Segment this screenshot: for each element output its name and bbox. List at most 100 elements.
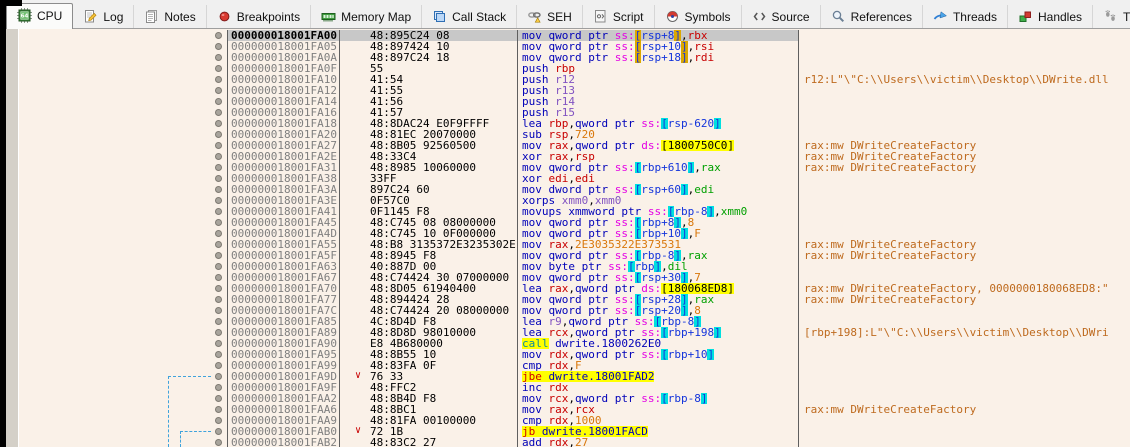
bytes-cell[interactable]: 48:83FA 0F [340,360,518,371]
breakpoint-dot[interactable] [215,263,222,270]
comment-cell[interactable] [799,173,1130,184]
instruction-cell[interactable]: push r12 [518,74,799,85]
comment-cell[interactable] [799,195,1130,206]
instruction-cell[interactable]: lea r9,qword ptr ss:[rbp-8] [518,316,799,327]
comment-cell[interactable] [799,30,1130,41]
instruction-cell[interactable]: push r14 [518,96,799,107]
comment-cell[interactable] [799,184,1130,195]
instruction-cell[interactable]: xor rax,rsp [518,151,799,162]
comment-cell[interactable] [799,129,1130,140]
bytes-cell[interactable]: 897C24 60 [340,184,518,195]
comment-cell[interactable]: rax:mw_DWriteCreateFactory, 000000018006… [799,283,1130,294]
disasm-row[interactable]: 000000018001FA85 4C:8D4D F8 lea r9,qword p… [19,316,1130,327]
breakpoint-dot[interactable] [215,439,222,446]
comment-cell[interactable] [799,382,1130,393]
instruction-cell[interactable]: push rbp [518,63,799,74]
disasm-row[interactable]: 000000018001FA95 48:8B55 10 mov rdx,qword … [19,349,1130,360]
bytes-cell[interactable]: 48:8BC1 [340,404,518,415]
disasm-row[interactable]: 000000018001FA0A 48:897C24 18 mov qword pt… [19,52,1130,63]
breakpoint-dot[interactable] [215,153,222,160]
bytes-cell[interactable]: 48:FFC2 [340,382,518,393]
address-cell[interactable]: 000000018001FA89 [228,327,340,338]
breakpoint-dot[interactable] [215,384,222,391]
instruction-cell[interactable]: mov rax,2E3035322E373531 [518,239,799,250]
address-cell[interactable]: 000000018001FA9D [228,371,340,382]
instruction-cell[interactable]: xor edi,edi [518,173,799,184]
comment-cell[interactable] [799,206,1130,217]
instruction-cell[interactable]: mov rcx,qword ptr ss:[rbp-8] [518,393,799,404]
bytes-cell[interactable]: 40:887D 00 [340,261,518,272]
address-cell[interactable]: 000000018001FA77 [228,294,340,305]
bytes-cell[interactable]: 48:897424 10 [340,41,518,52]
breakpoint-dot[interactable] [215,76,222,83]
instruction-cell[interactable]: inc rdx [518,382,799,393]
bytes-cell[interactable]: 4C:8D4D F8 [340,316,518,327]
instruction-cell[interactable]: lea rax,qword ptr ds:[180068ED8] [518,283,799,294]
address-cell[interactable]: 000000018001FA14 [228,96,340,107]
breakpoint-dot[interactable] [215,230,222,237]
address-cell[interactable]: 000000018001FA70 [228,283,340,294]
address-cell[interactable]: 000000018001FA41 [228,206,340,217]
address-cell[interactable]: 000000018001FA90 [228,338,340,349]
disasm-row[interactable]: 000000018001FA20 48:81EC 20070000 sub rsp,… [19,129,1130,140]
comment-cell[interactable] [799,437,1130,447]
address-cell[interactable]: 000000018001FA45 [228,217,340,228]
address-cell[interactable]: 000000018001FA38 [228,173,340,184]
tab-trace[interactable]: Trace [1093,5,1130,28]
instruction-cell[interactable]: mov qword ptr ss:[rsp+20],8 [518,305,799,316]
bytes-cell[interactable]: 48:8985 10060000 [340,162,518,173]
address-cell[interactable]: 000000018001FA7C [228,305,340,316]
breakpoint-dot[interactable] [215,186,222,193]
bytes-cell[interactable]: 41:55 [340,85,518,96]
breakpoint-dot[interactable] [215,32,222,39]
disasm-row[interactable]: 000000018001FA41 0F1145 F8 movups xmmword … [19,206,1130,217]
bytes-cell[interactable]: 48:8D8D 98010000 [340,327,518,338]
disasm-row[interactable]: 000000018001FA55 48:B8 3135372E3235302E mo… [19,239,1130,250]
address-cell[interactable]: 000000018001FA20 [228,129,340,140]
disasm-row[interactable]: 000000018001FA3E 0F57C0 xorps xmm0,xmm0 [19,195,1130,206]
instruction-cell[interactable]: mov qword ptr ss:[rsp+18],rdi [518,52,799,63]
comment-cell[interactable] [799,96,1130,107]
address-cell[interactable]: 000000018001FA0F [228,63,340,74]
address-cell[interactable]: 000000018001FAA2 [228,393,340,404]
breakpoint-dot[interactable] [215,131,222,138]
comment-cell[interactable] [799,371,1130,382]
breakpoint-dot[interactable] [215,98,222,105]
address-cell[interactable]: 000000018001FA4D [228,228,340,239]
bytes-cell[interactable]: 48:C745 10 0F000000 [340,228,518,239]
bytes-cell[interactable]: 41:56 [340,96,518,107]
comment-cell[interactable]: rax:mw_DWriteCreateFactory [799,140,1130,151]
bytes-cell[interactable]: 48:81EC 20070000 [340,129,518,140]
disasm-row[interactable]: 000000018001FAA9 48:81FA 00100000 cmp rdx,… [19,415,1130,426]
tab-cpu[interactable]: 64 CPU [6,3,74,29]
bytes-cell[interactable]: 48:83C2 27 [340,437,518,447]
instruction-cell[interactable]: lea rbp,qword ptr ss:[rsp-620] [518,118,799,129]
breakpoint-dot[interactable] [215,296,222,303]
comment-cell[interactable]: rax:mw_DWriteCreateFactory [799,294,1130,305]
instruction-cell[interactable]: cmp rdx,F [518,360,799,371]
address-cell[interactable]: 000000018001FA63 [228,261,340,272]
breakpoint-dot[interactable] [215,318,222,325]
comment-cell[interactable] [799,52,1130,63]
breakpoint-dot[interactable] [215,428,222,435]
instruction-cell[interactable]: mov byte ptr ss:[rbp],dil [518,261,799,272]
tab-memory-map[interactable]: Memory Map [311,5,423,28]
breakpoint-dot[interactable] [215,274,222,281]
comment-cell[interactable] [799,393,1130,404]
breakpoint-dot[interactable] [215,252,222,259]
bytes-cell[interactable]: 0F57C0 [340,195,518,206]
comment-cell[interactable]: rax:mw_DWriteCreateFactory [799,250,1130,261]
instruction-cell[interactable]: mov dword ptr ss:[rsp+60],edi [518,184,799,195]
breakpoint-dot[interactable] [215,54,222,61]
instruction-cell[interactable]: mov qword ptr ss:[rsp+28],rax [518,294,799,305]
disasm-row[interactable]: 000000018001FA0F 55 push rbp [19,63,1130,74]
address-cell[interactable]: 000000018001FA05 [228,41,340,52]
disasm-row[interactable]: 000000018001FA4D 48:C745 10 0F000000 mov q… [19,228,1130,239]
bytes-cell[interactable]: 48:897C24 18 [340,52,518,63]
address-cell[interactable]: 000000018001FA3E [228,195,340,206]
instruction-cell[interactable]: jb dwrite.18001FACD [518,426,799,437]
bytes-cell[interactable]: 48:8DAC24 E0F9FFFF [340,118,518,129]
instruction-cell[interactable]: mov qword ptr ss:[rsp+10],rsi [518,41,799,52]
bytes-cell[interactable]: 48:8B05 92560500 [340,140,518,151]
address-cell[interactable]: 000000018001FA16 [228,107,340,118]
